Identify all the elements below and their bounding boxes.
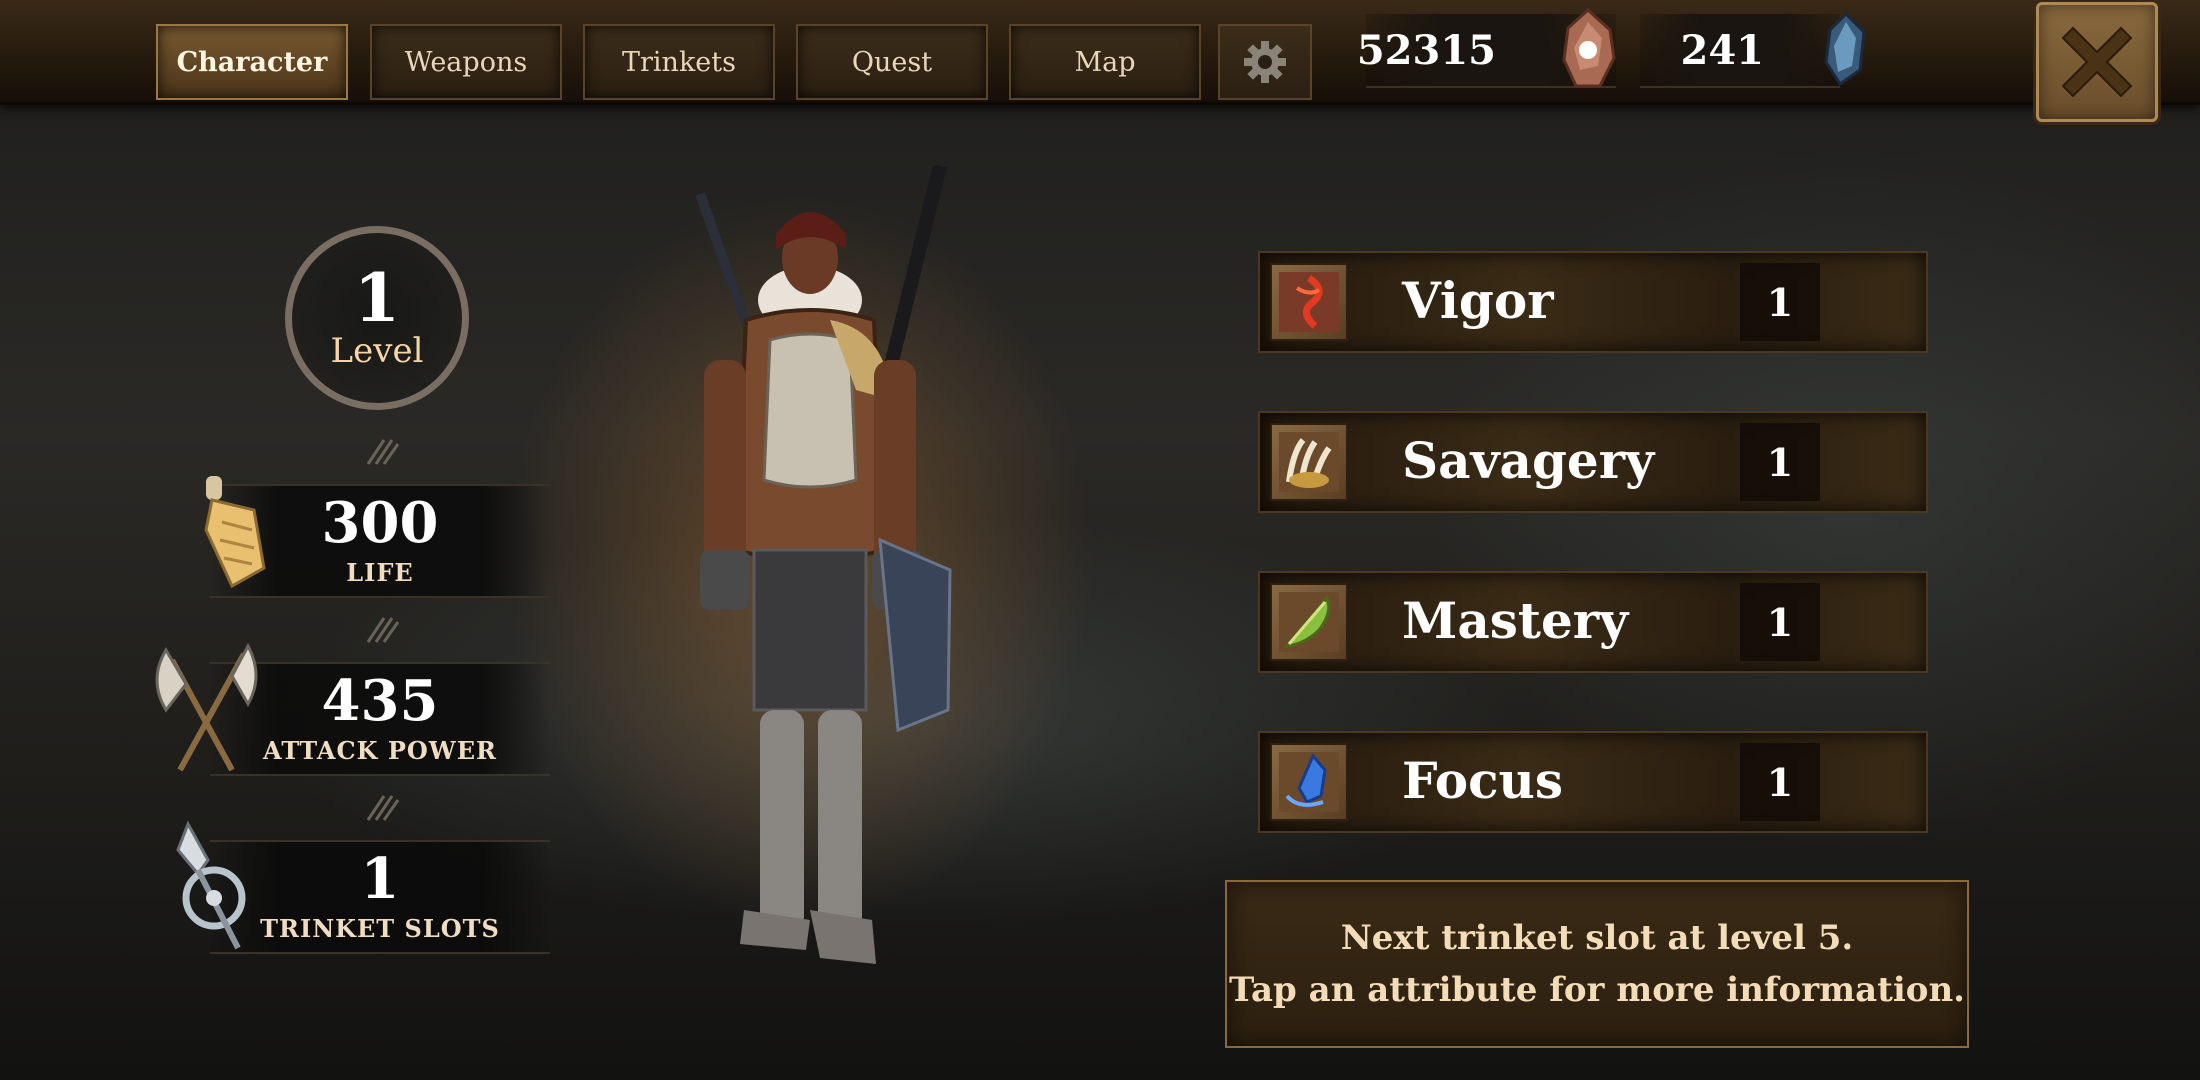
feather-icon bbox=[1279, 592, 1339, 652]
attribute-savagery[interactable]: Savagery 1 bbox=[1258, 411, 1928, 513]
attribute-name: Mastery bbox=[1402, 591, 1629, 650]
blue-gem-icon bbox=[1824, 12, 1866, 86]
claw-divider-icon bbox=[366, 617, 400, 643]
info-panel: Next trinket slot at level 5. Tap an att… bbox=[1225, 880, 1969, 1048]
tab-map[interactable]: Map bbox=[1009, 24, 1201, 100]
tab-trinkets[interactable]: Trinkets bbox=[583, 24, 775, 100]
trinket-amulet-icon bbox=[176, 820, 246, 950]
gold-amount: 52315 bbox=[1356, 26, 1496, 74]
attribute-icon-frame bbox=[1270, 583, 1348, 661]
tab-label: Map bbox=[1074, 46, 1136, 78]
level-number: 1 bbox=[354, 259, 400, 337]
character-model bbox=[695, 164, 952, 964]
gem-amount: 241 bbox=[1680, 26, 1765, 74]
attribute-value: 1 bbox=[1740, 263, 1820, 341]
trinket-slots-value: 1 bbox=[360, 846, 400, 912]
attribute-mastery[interactable]: Mastery 1 bbox=[1258, 571, 1928, 673]
trinket-slots-label: TRINKET SLOTS bbox=[260, 914, 500, 943]
settings-button[interactable] bbox=[1218, 24, 1312, 100]
level-badge: 1 Level bbox=[285, 226, 469, 410]
gem-currency: 241 bbox=[1640, 14, 1840, 88]
attribute-name: Vigor bbox=[1402, 271, 1554, 330]
attribute-value: 1 bbox=[1740, 583, 1820, 661]
gear-icon bbox=[1244, 41, 1286, 83]
tab-label: Character bbox=[176, 46, 328, 78]
tab-label: Weapons bbox=[404, 46, 528, 78]
tab-quest[interactable]: Quest bbox=[796, 24, 988, 100]
claw-icon bbox=[1279, 432, 1339, 492]
info-line-2: Tap an attribute for more information. bbox=[1228, 970, 1965, 1010]
attribute-focus[interactable]: Focus 1 bbox=[1258, 731, 1928, 833]
close-icon bbox=[2061, 26, 2133, 98]
claw-divider-icon bbox=[366, 795, 400, 821]
attribute-value: 1 bbox=[1740, 743, 1820, 821]
close-button[interactable] bbox=[2036, 2, 2158, 122]
tab-character[interactable]: Character bbox=[156, 24, 348, 100]
claw-divider-icon bbox=[366, 439, 400, 465]
attribute-icon-frame bbox=[1270, 743, 1348, 821]
attribute-name: Savagery bbox=[1402, 431, 1655, 490]
life-scroll-icon bbox=[204, 476, 266, 589]
attribute-icon-frame bbox=[1270, 263, 1348, 341]
attribute-value: 1 bbox=[1740, 423, 1820, 501]
focus-icon bbox=[1279, 752, 1339, 812]
tab-weapons[interactable]: Weapons bbox=[370, 24, 562, 100]
level-label: Level bbox=[330, 331, 424, 371]
tab-label: Trinkets bbox=[622, 46, 736, 78]
tab-label: Quest bbox=[851, 46, 933, 78]
ore-crystal-icon bbox=[1562, 8, 1616, 88]
top-bar: Character Weapons Trinkets Quest Map 523… bbox=[0, 0, 2200, 105]
stat-trinket-slots: 1 TRINKET SLOTS bbox=[210, 840, 550, 954]
info-line-1: Next trinket slot at level 5. bbox=[1340, 918, 1854, 958]
crossed-axes-icon bbox=[155, 642, 258, 772]
attribute-name: Focus bbox=[1402, 751, 1564, 810]
attribute-icon-frame bbox=[1270, 423, 1348, 501]
vigor-icon bbox=[1279, 272, 1339, 332]
attribute-vigor[interactable]: Vigor 1 bbox=[1258, 251, 1928, 353]
